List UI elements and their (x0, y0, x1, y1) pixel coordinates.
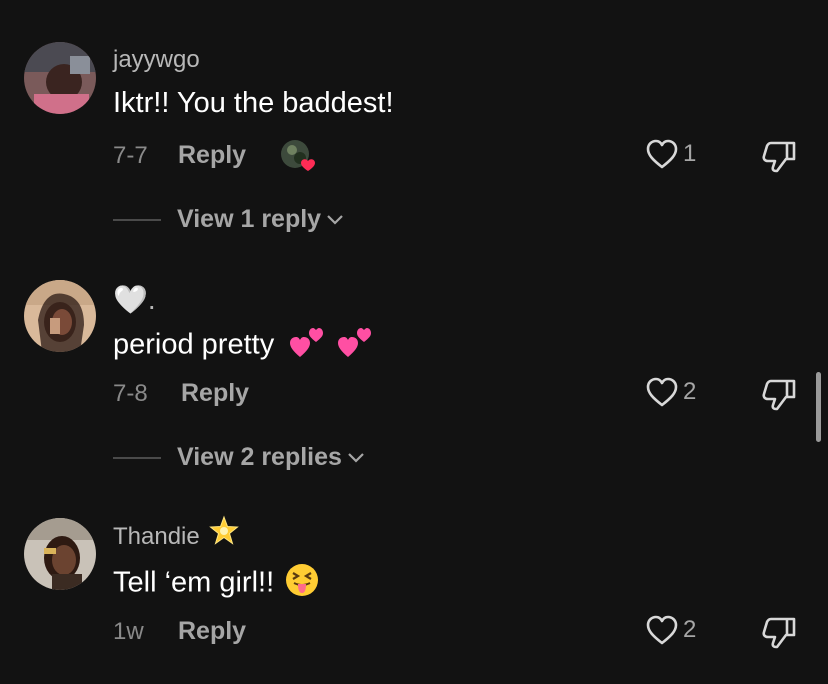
comment-date: 7-8 (113, 380, 148, 407)
two-hearts-emoji-icon (288, 324, 326, 368)
chevron-down-icon (327, 214, 343, 225)
comment-username[interactable]: jayywgo (113, 46, 200, 74)
comment-text: period pretty (113, 324, 374, 368)
like-count: 2 (683, 378, 697, 405)
reply-button[interactable]: Reply (178, 617, 246, 646)
comment-text: Iktr!! You the baddest! (113, 87, 394, 119)
heart-icon (301, 159, 315, 171)
view-replies-button[interactable]: View 1 reply (113, 205, 344, 234)
reply-button[interactable]: Reply (178, 141, 246, 170)
comment-text-body: Tell ‘em girl!! (113, 566, 275, 599)
dislike-button[interactable] (762, 377, 798, 416)
replies-divider (113, 218, 161, 221)
like-button[interactable]: 2 (645, 614, 696, 646)
thumbs-down-icon (762, 141, 796, 173)
comment-date: 7-7 (113, 142, 148, 169)
heart-outline-icon (646, 615, 678, 645)
comment-username[interactable]: Thandie (113, 515, 240, 554)
creator-liked-badge (280, 138, 320, 174)
comment-date: 1w (113, 618, 144, 645)
chevron-down-icon (348, 452, 364, 463)
like-button[interactable]: 1 (645, 138, 696, 170)
like-count: 1 (683, 140, 697, 167)
view-replies-label: View 1 reply (177, 205, 322, 233)
dislike-button[interactable] (762, 615, 798, 654)
username-text: Thandie (113, 522, 200, 550)
dislike-button[interactable] (762, 139, 798, 178)
heart-outline-icon (646, 377, 678, 407)
thumbs-down-icon (762, 379, 796, 411)
squinting-tongue-emoji-icon (284, 562, 320, 606)
scrollbar[interactable] (816, 372, 821, 442)
view-replies-label: View 2 replies (177, 443, 342, 471)
two-hearts-emoji-icon (336, 324, 374, 368)
heart-outline-icon (646, 139, 678, 169)
comment-text-body: period pretty (113, 328, 275, 361)
comment-username[interactable]: 🤍. (113, 283, 156, 316)
replies-divider (113, 456, 161, 459)
thumbs-down-icon (762, 617, 796, 649)
avatar[interactable] (24, 280, 96, 352)
like-count: 2 (683, 616, 697, 643)
glowing-star-emoji-icon (208, 515, 240, 554)
reply-button[interactable]: Reply (181, 379, 249, 408)
view-replies-button[interactable]: View 2 replies (113, 443, 365, 472)
comment-text: Tell ‘em girl!! (113, 562, 320, 606)
like-button[interactable]: 2 (645, 376, 696, 408)
avatar[interactable] (24, 42, 96, 114)
avatar[interactable] (24, 518, 96, 590)
